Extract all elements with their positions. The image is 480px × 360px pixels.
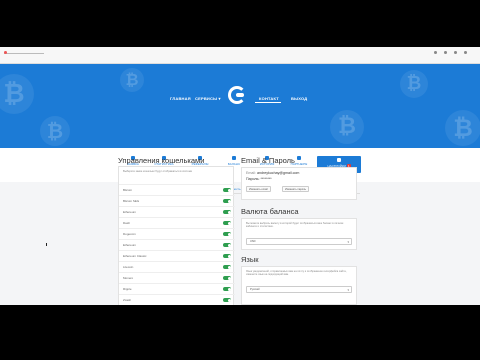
language-select[interactable]: Русский ▾	[246, 286, 352, 293]
bitcoin-watermark-icon: ₿	[40, 116, 70, 146]
wallet-name: Ethereum	[123, 243, 137, 247]
hero-banner: ₿ ₿ ₿ ₿ ₿ ₿ ГЛАВНАЯ СЕРВИСЫ ▾ КОНТАКТ ВЫ…	[0, 64, 480, 148]
wallet-name: Zcash	[123, 298, 132, 302]
bitcoin-watermark-icon: ₿	[445, 110, 480, 146]
bitcoin-watermark-icon: ₿	[330, 110, 364, 144]
bitcoin-watermark-icon: ₿	[0, 74, 34, 114]
change-password-button[interactable]: Изменить пароль	[282, 186, 309, 192]
wallet-row: Zcash	[119, 294, 235, 305]
wallet-name: Litecoin	[123, 265, 134, 269]
menu-icon[interactable]	[464, 51, 467, 54]
wallet-toggle[interactable]	[223, 254, 231, 258]
extension-icon[interactable]	[454, 51, 457, 54]
wallet-row: Ripple	[119, 283, 235, 294]
language-panel: Язык уведомлений, отправляемых вам на по…	[241, 266, 357, 305]
active-nav-underline	[255, 102, 281, 103]
wallets-panel: Выберите какие кошельки будут отображать…	[118, 166, 235, 305]
wallet-row: Bitcoin SEG	[119, 195, 235, 206]
wallet-toggle[interactable]	[223, 298, 231, 302]
wallet-icon	[232, 156, 236, 160]
wallets-description: Выберите какие кошельки будут отображать…	[123, 170, 193, 173]
partners-icon	[297, 156, 301, 160]
email-row: Email: andreykuchay@gmail.com	[246, 171, 299, 175]
wallet-toggle[interactable]	[223, 232, 231, 236]
cabinet-tabs: ЗАЯВКА СТАТИСТИКА РЕФЕРАЛЫ БАЛАНС ИСТОРИ…	[0, 148, 480, 182]
wallet-toggle[interactable]	[223, 287, 231, 291]
nav-services-link[interactable]: СЕРВИСЫ ▾	[195, 96, 221, 101]
gear-icon	[337, 158, 341, 162]
language-heading: Язык	[241, 255, 259, 264]
wallet-row: Ethereum	[119, 206, 235, 217]
wallet-name: Dash	[123, 221, 131, 225]
email-password-panel: Email: andreykuchay@gmail.com Пароль: **…	[241, 167, 357, 200]
wallet-row: Ethereum Classic	[119, 250, 235, 261]
password-value: ********	[260, 177, 272, 181]
close-tab-icon[interactable]	[4, 51, 7, 54]
wallet-name: Bitcoin	[123, 188, 133, 192]
wallet-toggle[interactable]	[223, 221, 231, 225]
password-row: Пароль: ********	[246, 177, 272, 181]
nav-contact-link[interactable]: КОНТАКТ	[259, 96, 279, 101]
chevron-down-icon: ▾	[347, 240, 349, 244]
wallet-row: Monero	[119, 272, 235, 283]
logo-key-mark	[236, 93, 244, 97]
extension-icon[interactable]	[434, 51, 437, 54]
mouse-cursor	[46, 243, 47, 246]
currency-heading: Валюта баланса	[241, 207, 299, 216]
email-value: andreykuchay@gmail.com	[257, 171, 300, 175]
currency-description: Вы можете выбрать валюту в которой будет…	[246, 222, 344, 229]
change-email-button[interactable]: Изменить email	[246, 186, 271, 192]
bitcoin-watermark-icon: ₿	[120, 68, 144, 92]
wallet-name: Bitcoin SEG	[123, 199, 140, 203]
currency-selected-value: USD	[250, 240, 256, 243]
chevron-down-icon: ▾	[347, 288, 349, 292]
nav-logout-link[interactable]: ВЫХОД	[291, 96, 307, 101]
wallet-toggle[interactable]	[223, 210, 231, 214]
wallet-name: Monero	[123, 276, 134, 280]
wallet-toggle[interactable]	[223, 276, 231, 280]
email-password-heading: Email & Пароль	[241, 156, 295, 165]
wallet-toggle[interactable]	[223, 199, 231, 203]
bitcoin-watermark-icon: ₿	[400, 70, 428, 98]
password-label: Пароль:	[246, 177, 260, 181]
wallet-toggle[interactable]	[223, 188, 231, 192]
currency-select[interactable]: USD ▾	[246, 238, 352, 245]
wallet-toggle[interactable]	[223, 243, 231, 247]
wallet-row: Litecoin	[119, 261, 235, 272]
language-selected-value: Русский	[250, 288, 260, 291]
currency-panel: Вы можете выбрать валюту в которой будет…	[241, 218, 357, 250]
wallet-row: Dogecoin	[119, 228, 235, 239]
wallet-name: Ethereum Classic	[123, 254, 147, 258]
wallet-row: Bitcoin	[119, 184, 235, 195]
toolbar-divider	[4, 53, 44, 58]
wallet-toggle[interactable]	[223, 265, 231, 269]
browser-toolbar	[0, 47, 480, 64]
extension-icon[interactable]	[444, 51, 447, 54]
language-description: Язык уведомлений, отправляемых вам на по…	[246, 270, 347, 277]
wallet-name: Dogecoin	[123, 232, 136, 236]
email-label: Email:	[246, 171, 256, 175]
wallet-name: Ripple	[123, 287, 132, 291]
wallet-name: Ethereum	[123, 210, 137, 214]
wallet-row: Ethereum	[119, 239, 235, 250]
wallet-row: Dash	[119, 217, 235, 228]
nav-home-link[interactable]: ГЛАВНАЯ	[170, 96, 191, 101]
browser-viewport: ₿ ₿ ₿ ₿ ₿ ₿ ГЛАВНАЯ СЕРВИСЫ ▾ КОНТАКТ ВЫ…	[0, 47, 480, 305]
wallets-heading: Управления кошельками	[118, 156, 205, 165]
